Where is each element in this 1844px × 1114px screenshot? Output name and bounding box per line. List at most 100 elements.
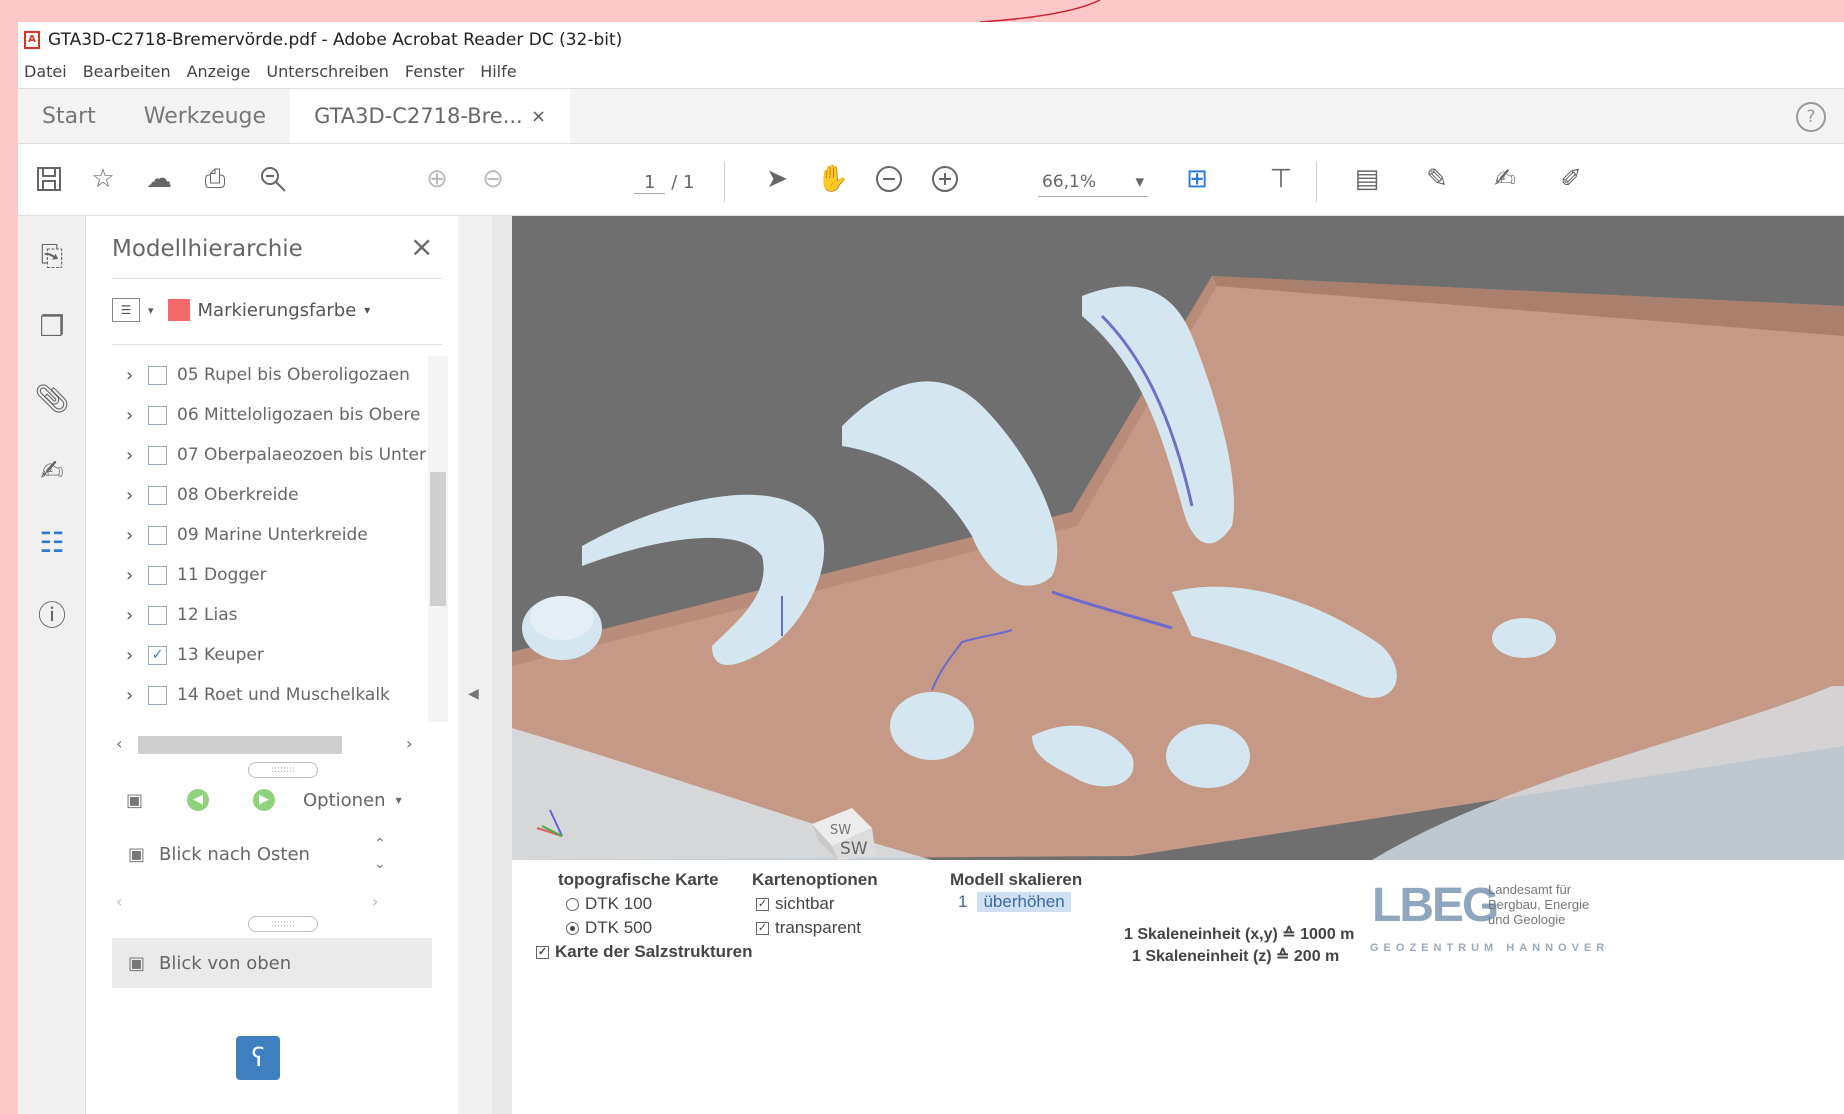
tree-item[interactable]: › 07 Oberpalaeozoen bis Unter	[126, 436, 426, 474]
chevron-left-icon[interactable]: ‹	[116, 734, 122, 753]
tab-document[interactable]: GTA3D-C2718-Bre... ×	[290, 89, 571, 143]
tree-horizontal-scrollbar[interactable]: ‹ ›	[112, 734, 422, 756]
tree-checkbox-checked[interactable]: ✓	[148, 645, 167, 665]
tree-item[interactable]: › ✓ 13 Keuper	[126, 636, 264, 674]
chevron-left-icon[interactable]: ‹	[116, 892, 122, 911]
tree-item[interactable]: › 06 Mitteloligozaen bis Obere	[126, 396, 420, 434]
collapse-arrow-icon[interactable]: ◀	[468, 686, 479, 702]
tree-checkbox[interactable]	[148, 685, 167, 705]
tree-item[interactable]: › 05 Rupel bis Oberoligozaen	[126, 356, 410, 394]
upload-cloud-icon[interactable]: ☁	[140, 160, 178, 198]
scale-value-input[interactable]: 1	[954, 892, 971, 912]
salt-map-option[interactable]: ✓ Karte der Salzstrukturen	[536, 942, 752, 962]
tree-checkbox[interactable]	[148, 525, 167, 545]
chevron-right-icon[interactable]: ›	[126, 605, 142, 626]
pages-icon[interactable]: ❐	[32, 306, 72, 346]
resize-grip[interactable]: ::::::::	[248, 916, 318, 932]
camera-icon[interactable]: ▣	[126, 790, 143, 811]
checkbox-checked[interactable]: ✓	[536, 945, 549, 959]
menu-hilfe[interactable]: Hilfe	[480, 62, 516, 81]
tree-checkbox[interactable]	[148, 605, 167, 625]
comment-icon[interactable]: ▤	[1348, 160, 1386, 198]
chevron-right-icon[interactable]: ›	[406, 734, 412, 753]
chevron-down-icon[interactable]: ▾	[148, 304, 154, 317]
fit-page-icon[interactable]: ⊞	[1178, 160, 1216, 198]
signature-icon[interactable]: ✍	[32, 450, 72, 490]
help-icon[interactable]: ?	[1796, 102, 1826, 132]
print-icon[interactable]: ⎙	[196, 160, 234, 198]
checkbox-checked[interactable]: ✓	[756, 897, 769, 911]
dtk100-option[interactable]: DTK 100	[566, 894, 652, 914]
sign-icon[interactable]: ✍	[1486, 160, 1524, 198]
radio-button[interactable]	[566, 897, 579, 911]
chevron-right-icon[interactable]: ›	[126, 405, 142, 426]
select-cursor-icon[interactable]: ➤	[758, 160, 796, 198]
chevron-right-icon[interactable]: ›	[126, 645, 142, 666]
tree-item[interactable]: › 09 Marine Unterkreide	[126, 516, 368, 554]
tree-checkbox[interactable]	[148, 405, 167, 425]
page-up-icon[interactable]: ⊕	[418, 160, 456, 198]
zoom-select[interactable]: 66,1% ▾	[1038, 172, 1148, 197]
dtk500-option[interactable]: DTK 500	[566, 918, 652, 938]
tab-tools[interactable]: Werkzeuge	[120, 89, 290, 143]
menu-anzeige[interactable]: Anzeige	[187, 62, 251, 81]
chevron-right-icon[interactable]: ›	[126, 685, 142, 706]
scrollbar-thumb[interactable]	[138, 736, 342, 754]
tab-start[interactable]: Start	[18, 89, 120, 143]
tree-view-options-icon[interactable]: ☰	[112, 298, 140, 322]
tree-checkbox[interactable]	[148, 365, 167, 385]
zoom-out-icon[interactable]	[870, 160, 908, 198]
tree-item[interactable]: › 11 Dogger	[126, 556, 267, 594]
measure-icon[interactable]: ⊤	[1262, 160, 1300, 198]
chevron-down-icon[interactable]: ⌄	[374, 856, 386, 872]
zoom-search-icon[interactable]	[254, 160, 292, 198]
chevron-right-icon[interactable]: ›	[126, 565, 142, 586]
menu-unterschreiben[interactable]: Unterschreiben	[266, 62, 388, 81]
hand-tool-icon[interactable]: ✋	[814, 160, 852, 198]
document-info-icon[interactable]: ⓘ	[32, 594, 72, 634]
chevron-right-icon[interactable]: ›	[372, 892, 378, 911]
chevron-up-icon[interactable]: ⌃	[374, 836, 386, 852]
tab-close-icon[interactable]: ×	[531, 106, 546, 127]
view-list-item[interactable]: ▣ Blick von oben	[112, 938, 432, 988]
chevron-down-icon[interactable]: ▾	[396, 793, 402, 807]
chevron-right-icon[interactable]: ›	[126, 485, 142, 506]
menu-fenster[interactable]: Fenster	[405, 62, 464, 81]
page-current-input[interactable]: 1	[634, 172, 666, 194]
tree-checkbox[interactable]	[148, 565, 167, 585]
marker-color-label[interactable]: Markierungsfarbe	[198, 300, 357, 321]
tree-item[interactable]: › 08 Oberkreide	[126, 476, 299, 514]
panel-collapse-bar[interactable]: ◀	[458, 216, 492, 1114]
radio-button-selected[interactable]	[566, 921, 579, 935]
tree-item[interactable]: › 12 Lias	[126, 596, 238, 634]
bookmark-star-icon[interactable]: ☆	[84, 160, 122, 198]
previous-view-icon[interactable]: ◀	[187, 789, 210, 811]
menu-bearbeiten[interactable]: Bearbeiten	[83, 62, 171, 81]
chevron-right-icon[interactable]: ›	[126, 525, 142, 546]
chevron-right-icon[interactable]: ›	[126, 445, 142, 466]
marker-color-swatch[interactable]	[167, 299, 190, 321]
exaggerate-button[interactable]: überhöhen	[977, 892, 1071, 912]
tree-checkbox[interactable]	[148, 485, 167, 505]
tree-checkbox[interactable]	[148, 445, 167, 465]
visible-option[interactable]: ✓ sichtbar	[756, 894, 835, 914]
zoom-in-icon[interactable]	[926, 160, 964, 198]
page-down-icon[interactable]: ⊖	[474, 160, 512, 198]
transparent-option[interactable]: ✓ transparent	[756, 918, 861, 938]
tree-item[interactable]: › 14 Roet und Muschelkalk	[126, 676, 390, 714]
resize-grip[interactable]: ::::::::	[248, 762, 318, 778]
options-label[interactable]: Optionen	[303, 790, 386, 811]
checkbox-checked[interactable]: ✓	[756, 921, 769, 935]
scrollbar-thumb[interactable]	[430, 472, 446, 606]
save-icon[interactable]	[30, 160, 68, 198]
views-horizontal-scrollbar[interactable]: ‹ ›	[112, 892, 422, 914]
3d-model-viewport[interactable]: SW SW	[512, 216, 1844, 860]
tree-vertical-scrollbar[interactable]	[428, 356, 448, 722]
highlight-pen-icon[interactable]: ✎	[1418, 160, 1456, 198]
chevron-right-icon[interactable]: ›	[126, 365, 142, 386]
next-view-icon[interactable]: ▶	[253, 789, 276, 811]
chevron-down-icon[interactable]: ▾	[364, 303, 370, 317]
panel-close-icon[interactable]: ×	[410, 230, 433, 263]
model-tree-icon[interactable]: ☷	[32, 522, 72, 562]
menu-datei[interactable]: Datei	[24, 62, 67, 81]
